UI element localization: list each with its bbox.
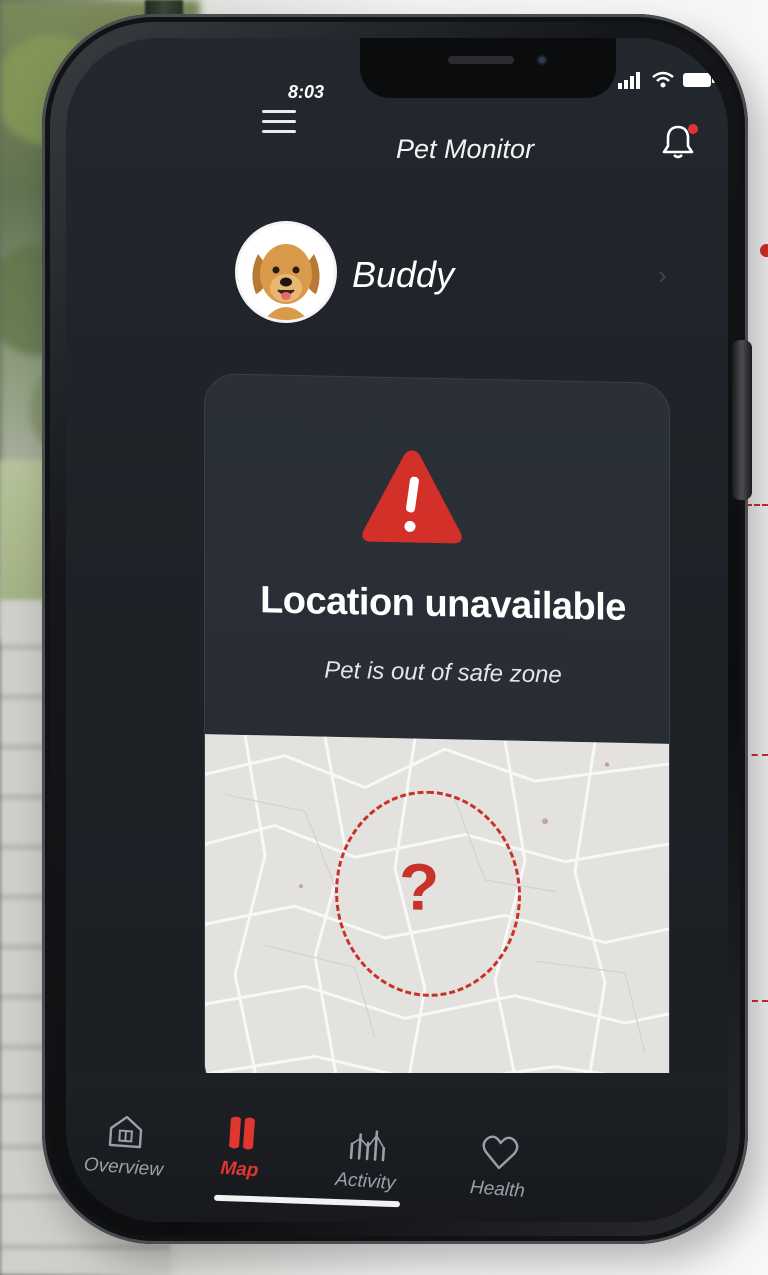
nav-activity[interactable]: Activity [310,1121,424,1197]
status-icons [618,68,728,92]
phone-side-button [732,340,752,500]
nav-map[interactable]: Map [184,1109,298,1185]
nav-activity-label: Activity [334,1168,397,1195]
signal-icon [618,72,640,89]
menu-button[interactable] [262,110,296,140]
location-alert-card: Location unavailable Pet is out of safe … [204,373,670,1105]
dog-avatar-image [238,224,334,320]
pet-name: Buddy [352,254,455,295]
dog-avatar [238,224,334,320]
chevron-right-icon: › [658,260,667,290]
notifications-button[interactable] [662,124,698,164]
bar-chart-icon [349,1130,386,1162]
front-camera [536,54,548,66]
unknown-location-marker: ? [399,849,440,925]
pet-profile-row[interactable]: Buddy › [238,224,698,334]
speaker-grille [448,56,514,64]
wifi-icon [652,71,674,88]
warning-triangle-icon [362,450,462,544]
battery-icon [683,73,715,87]
nav-health-label: Health [469,1177,526,1202]
phone-notch [360,38,616,98]
alert-title: Location unavailable [260,579,626,629]
phone-screen: 8:03 Pet Monitor Buddy › Location unavai… [66,38,728,1222]
map-view[interactable]: ? [205,734,669,1104]
hamburger-line [262,130,296,133]
nav-overview[interactable]: Overview [68,1107,182,1183]
hamburger-menu-icon [262,110,296,113]
house-icon [108,1115,143,1149]
nav-map-label: Map [219,1157,260,1182]
heart-icon [482,1135,519,1170]
nav-health[interactable]: Health [442,1129,556,1205]
alert-subtitle: Pet is out of safe zone [324,656,562,689]
notification-badge [688,124,698,134]
status-time: 8:03 [288,82,325,102]
nav-overview-label: Overview [83,1154,164,1181]
bottom-navigation: Overview Map Activity Health [66,1073,728,1222]
app-title: Pet Monitor [396,134,535,164]
map-pin-icon [229,1116,255,1150]
hamburger-line [262,120,296,123]
